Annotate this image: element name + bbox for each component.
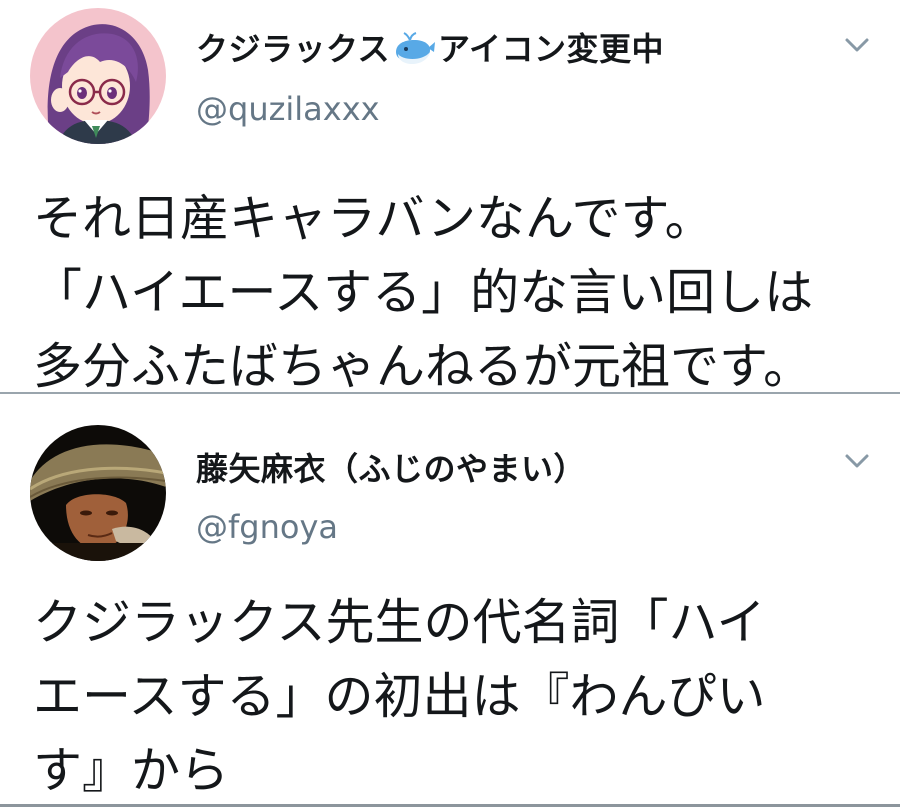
avatar-anime-girl-illustration: [30, 8, 166, 144]
whale-emoji-icon: [392, 32, 436, 74]
display-name-prefix: クジラックス: [196, 30, 391, 68]
tweet-text-line: エースする」の初出は『わんぴい: [33, 668, 766, 725]
username-handle[interactable]: @quzilaxxx: [196, 90, 380, 128]
tweet-text: クジラックス先生の代名詞「ハイ エースする」の初出は『わんぴい す』から: [33, 586, 893, 808]
tweet-text-line: クジラックス先生の代名詞「ハイ: [33, 594, 766, 651]
chevron-down-icon[interactable]: [840, 28, 874, 62]
display-name[interactable]: 藤矢麻衣（ふじのやまい）: [196, 444, 586, 490]
avatar-movie-still-photo: [30, 425, 166, 561]
chevron-down-icon[interactable]: [840, 444, 874, 478]
display-name[interactable]: クジラックス アイコン変更中: [196, 24, 664, 74]
tweet-text-line: それ日産キャラバンなんです。: [33, 190, 714, 247]
tweet-text-line: 「ハイエースする」的な言い回しは: [33, 264, 814, 321]
display-name-prefix: 藤矢麻衣（ふじのやまい）: [196, 450, 587, 488]
avatar[interactable]: [30, 8, 166, 144]
tweet[interactable]: クジラックス アイコン変更中 @quzilaxxx それ日産キャラバンなんです。…: [0, 0, 900, 395]
username-handle[interactable]: @fgnoya: [196, 508, 338, 546]
tweet-text-line: す』から: [33, 742, 230, 799]
display-name-suffix: アイコン変更中: [438, 30, 664, 68]
tweet[interactable]: 藤矢麻衣（ふじのやまい） @fgnoya クジラックス先生の代名詞「ハイ エース…: [0, 394, 900, 807]
avatar[interactable]: [30, 425, 166, 561]
tweet-text: それ日産キャラバンなんです。 「ハイエースする」的な言い回しは 多分ふたばちゃん…: [33, 182, 893, 404]
